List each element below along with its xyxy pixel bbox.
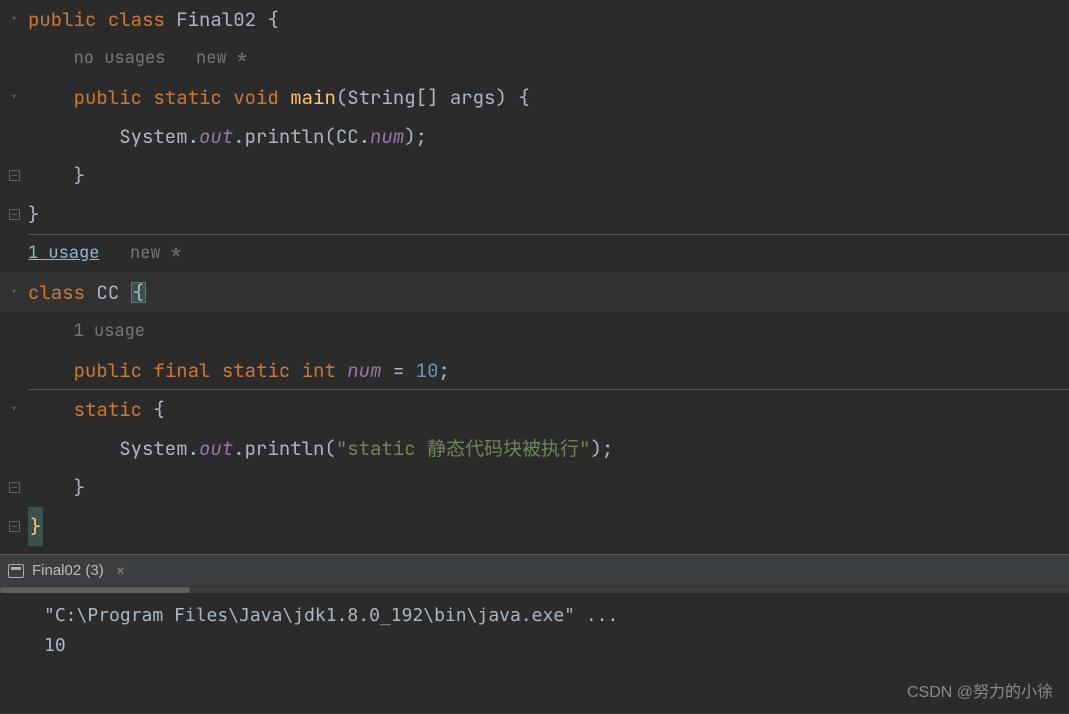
field-ref: out <box>199 117 233 156</box>
code-text: System. <box>119 117 199 156</box>
fold-up-icon[interactable] <box>9 521 20 532</box>
usages-link[interactable]: 1 usage <box>28 234 99 273</box>
new-hint: new * <box>130 234 181 273</box>
brace-match: } <box>28 507 43 546</box>
keyword: class <box>108 0 165 39</box>
gutter-fold[interactable]: ▾ <box>0 0 28 39</box>
usages-hint: 1 usage <box>74 312 145 351</box>
code-line[interactable]: } <box>0 195 1069 234</box>
fold-down-icon[interactable]: ▾ <box>10 78 17 117</box>
string-literal: "static 静态代码块被执行" <box>336 429 591 468</box>
scroll-thumb[interactable] <box>0 587 190 593</box>
keyword: public <box>74 351 142 390</box>
hint-line: 1 usage new * <box>0 234 1069 273</box>
code-line[interactable]: ▾ static { <box>0 390 1069 429</box>
keyword: static <box>153 78 221 117</box>
brace: } <box>74 468 85 507</box>
gutter-fold[interactable] <box>0 209 28 220</box>
fold-up-icon[interactable] <box>9 482 20 493</box>
gutter-fold[interactable] <box>0 482 28 493</box>
code-line[interactable]: System.out.println(CC.num); <box>0 117 1069 156</box>
watermark: CSDN @努力的小徐 <box>907 678 1053 702</box>
keyword: static <box>74 390 142 429</box>
field-ref: out <box>199 429 233 468</box>
fold-down-icon[interactable]: ▾ <box>10 0 17 39</box>
gutter-fold[interactable]: ▾ <box>0 390 28 429</box>
usages-hint: no usages <box>74 39 166 78</box>
code-line[interactable]: ▾ public class Final02 { <box>0 0 1069 39</box>
keyword: public <box>28 0 96 39</box>
code-text: ); <box>404 117 427 156</box>
code-text: System. <box>119 429 199 468</box>
field-ref: num <box>370 117 404 156</box>
gutter-fold[interactable] <box>0 170 28 181</box>
params: (String[] args) { <box>336 78 530 117</box>
gutter-fold[interactable]: ▾ <box>0 273 28 312</box>
separator <box>28 234 1069 235</box>
code-line[interactable]: } <box>0 507 1069 546</box>
keyword: public <box>74 78 142 117</box>
code-text: ; <box>438 351 449 390</box>
console-line: 10 <box>44 631 1069 661</box>
run-tab-label[interactable]: Final02 (3) <box>32 562 104 579</box>
brace: } <box>74 156 85 195</box>
code-line[interactable]: } <box>0 156 1069 195</box>
gutter-fold[interactable]: ▾ <box>0 78 28 117</box>
keyword: int <box>302 351 336 390</box>
code-line-active[interactable]: ▾ class CC { <box>0 273 1069 312</box>
brace-cursor: { <box>131 282 146 303</box>
brace: { <box>142 390 165 429</box>
scroll-track[interactable] <box>0 587 1069 593</box>
code-line[interactable]: System.out.println("static 静态代码块被执行"); <box>0 429 1069 468</box>
window-icon <box>8 564 24 578</box>
keyword: class <box>28 273 85 312</box>
hint-line: no usages new * <box>0 39 1069 78</box>
hint-line: 1 usage <box>0 312 1069 351</box>
code-line[interactable]: ▾ public static void main(String[] args)… <box>0 78 1069 117</box>
code-text: .println( <box>233 429 336 468</box>
class-name: Final02 <box>176 0 256 39</box>
run-tab-bar: Final02 (3) × <box>0 555 1069 587</box>
code-text: = <box>381 351 415 390</box>
fold-down-icon[interactable]: ▾ <box>10 273 17 312</box>
keyword: static <box>222 351 290 390</box>
keyword: final <box>153 351 210 390</box>
fold-down-icon[interactable]: ▾ <box>10 390 17 429</box>
code-editor[interactable]: ▾ public class Final02 { no usages new *… <box>0 0 1069 554</box>
gutter-fold[interactable] <box>0 521 28 532</box>
code-text: ); <box>590 429 613 468</box>
console-line: "C:\Program Files\Java\jdk1.8.0_192\bin\… <box>44 601 1069 631</box>
number-literal: 10 <box>416 351 439 390</box>
method-name: main <box>290 78 336 117</box>
new-hint: new * <box>196 39 247 78</box>
brace: } <box>28 195 39 234</box>
brace: { <box>256 0 279 39</box>
fold-up-icon[interactable] <box>9 209 20 220</box>
field-name: num <box>347 351 381 390</box>
fold-up-icon[interactable] <box>9 170 20 181</box>
class-name: CC <box>96 273 119 312</box>
keyword: void <box>233 78 279 117</box>
code-line[interactable]: } <box>0 468 1069 507</box>
code-line[interactable]: public final static int num = 10; <box>0 351 1069 390</box>
code-text: .println(CC. <box>233 117 370 156</box>
close-icon[interactable]: × <box>116 560 126 581</box>
